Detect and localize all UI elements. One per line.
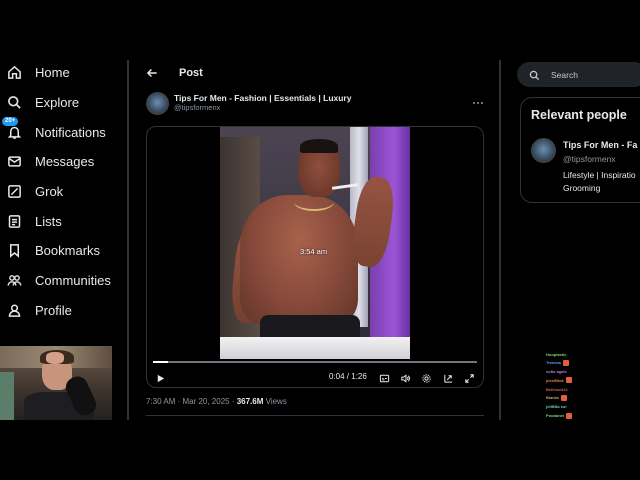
home-icon: [6, 65, 22, 81]
list-icon: [6, 213, 22, 229]
view-label: Views: [263, 397, 287, 406]
play-icon[interactable]: [155, 371, 166, 383]
more-options-icon[interactable]: [472, 94, 484, 104]
chat-message: Nooplastic: [546, 350, 586, 358]
avatar[interactable]: [531, 138, 556, 163]
video-subject-torso: [240, 195, 358, 325]
sidebar-item-label: Notifications: [35, 124, 106, 140]
post-column: Post Tips For Men - Fashion | Essentials…: [129, 58, 499, 420]
video-player[interactable]: 3:54 am 0:04 / 1:26: [146, 126, 484, 388]
webcam-background-object: [0, 372, 14, 420]
search-placeholder: Search: [551, 70, 578, 80]
search-input[interactable]: Search: [517, 62, 640, 87]
person-handle: @tipsformenx: [563, 154, 616, 164]
sidebar-item-label: Lists: [35, 213, 62, 229]
video-subject-hair: [300, 139, 338, 153]
sidebar-item-messages[interactable]: Messages: [0, 147, 128, 177]
chat-emote-icon: [566, 412, 573, 419]
search-icon: [529, 68, 540, 81]
sidebar-item-notifications[interactable]: 20+ Notifications: [0, 117, 128, 147]
divider: [146, 415, 484, 416]
post-timestamp[interactable]: 7:30 AM · Mar 20, 2025 ·: [146, 397, 237, 406]
video-progress-fill: [153, 361, 169, 363]
person-name[interactable]: Tips For Men - Fa: [563, 140, 637, 150]
post-meta: 7:30 AM · Mar 20, 2025 · 367.6M Views: [146, 397, 287, 406]
bell-icon: 20+: [2, 117, 22, 140]
video-time-readout: 0:04 / 1:26: [329, 372, 367, 381]
chat-message: Bellmont12: [546, 385, 586, 393]
video-overlay-time: 3:54 am: [300, 247, 328, 256]
sidebar-item-lists[interactable]: Lists: [0, 206, 128, 236]
chat-username: Bianke: [546, 395, 560, 401]
post-author: Tips For Men - Fashion | Essentials | Lu…: [146, 92, 486, 115]
column-divider: [499, 60, 501, 420]
video-progress-bar[interactable]: [153, 361, 477, 363]
back-arrow-icon[interactable]: [145, 66, 159, 80]
sidebar-item-explore[interactable]: Explore: [0, 88, 128, 118]
sidebar-item-label: Profile: [35, 302, 72, 318]
chat-message: jellBBa sol: [546, 403, 586, 411]
sidebar-item-label: Communities: [35, 273, 111, 289]
chat-username: Treesus: [546, 360, 562, 366]
sidebar-item-profile[interactable]: Profile: [0, 296, 128, 326]
view-count: 367.6M: [236, 397, 264, 406]
page-title: Post: [179, 67, 203, 79]
picture-in-picture-icon[interactable]: [443, 371, 454, 383]
envelope-icon: [6, 154, 22, 170]
person-icon: [6, 302, 22, 318]
sidebar-nav: Home Explore 20+ Notifications Messages …: [0, 58, 128, 325]
chat-message: pixelBlok: [546, 376, 586, 384]
video-controls: 0:04 / 1:26: [147, 367, 483, 387]
relevant-people-card: Relevant people Tips For Men - Fa @tipsf…: [520, 97, 640, 203]
sidebar-item-label: Bookmarks: [35, 243, 101, 259]
chat-username: Nooplastic: [546, 351, 567, 357]
author-handle[interactable]: @tipsformenx: [174, 103, 220, 112]
streamer-hand: [46, 352, 64, 364]
person-bio: Lifestyle | Inspiratio: [563, 170, 636, 180]
webcam-overlay: [0, 346, 112, 420]
people-icon: [6, 273, 22, 289]
video-subject-necklace: [294, 193, 334, 211]
captions-icon[interactable]: [379, 371, 390, 383]
bookmark-icon: [6, 243, 22, 259]
sidebar-item-bookmarks[interactable]: Bookmarks: [0, 236, 128, 266]
stream-chat-overlay: Nooplastic Treesus sofia agale pixelBlok Bel…: [546, 350, 586, 420]
search-icon: [6, 95, 22, 111]
sidebar-item-home[interactable]: Home: [0, 58, 128, 88]
settings-gear-icon[interactable]: [421, 371, 432, 383]
notification-badge: 20+: [2, 117, 19, 127]
sidebar-item-label: Grok: [35, 184, 64, 200]
chat-message: Treesus: [546, 359, 586, 367]
grok-icon: [6, 184, 22, 200]
avatar[interactable]: [146, 92, 169, 115]
chat-emote-icon: [563, 359, 570, 366]
chat-message: sofia agale: [546, 368, 586, 376]
sidebar-item-communities[interactable]: Communities: [0, 266, 128, 296]
sidebar-item-label: Home: [35, 65, 70, 81]
post-header: Post: [129, 58, 499, 88]
section-title: Relevant people: [531, 108, 627, 122]
person-bio: Grooming: [563, 183, 601, 193]
sidebar-item-label: Explore: [35, 95, 80, 111]
chat-emote-icon: [565, 377, 572, 384]
chat-message: Poodanel: [546, 412, 586, 420]
video-sink: [220, 337, 410, 359]
chat-username: Bellmont12: [546, 386, 568, 392]
fullscreen-icon[interactable]: [464, 371, 475, 383]
chat-username: jellBBa sol: [546, 404, 567, 410]
author-name[interactable]: Tips For Men - Fashion | Essentials | Lu…: [174, 93, 351, 103]
chat-emote-icon: [561, 394, 568, 401]
sidebar-item-label: Messages: [35, 154, 95, 170]
chat-message: Bianke: [546, 394, 586, 402]
chat-username: sofia agale: [546, 369, 567, 375]
chat-username: Poodanel: [546, 413, 565, 419]
sidebar-item-grok[interactable]: Grok: [0, 177, 128, 207]
video-frame: [220, 127, 410, 359]
chat-username: pixelBlok: [546, 377, 564, 383]
volume-icon[interactable]: [400, 371, 411, 383]
